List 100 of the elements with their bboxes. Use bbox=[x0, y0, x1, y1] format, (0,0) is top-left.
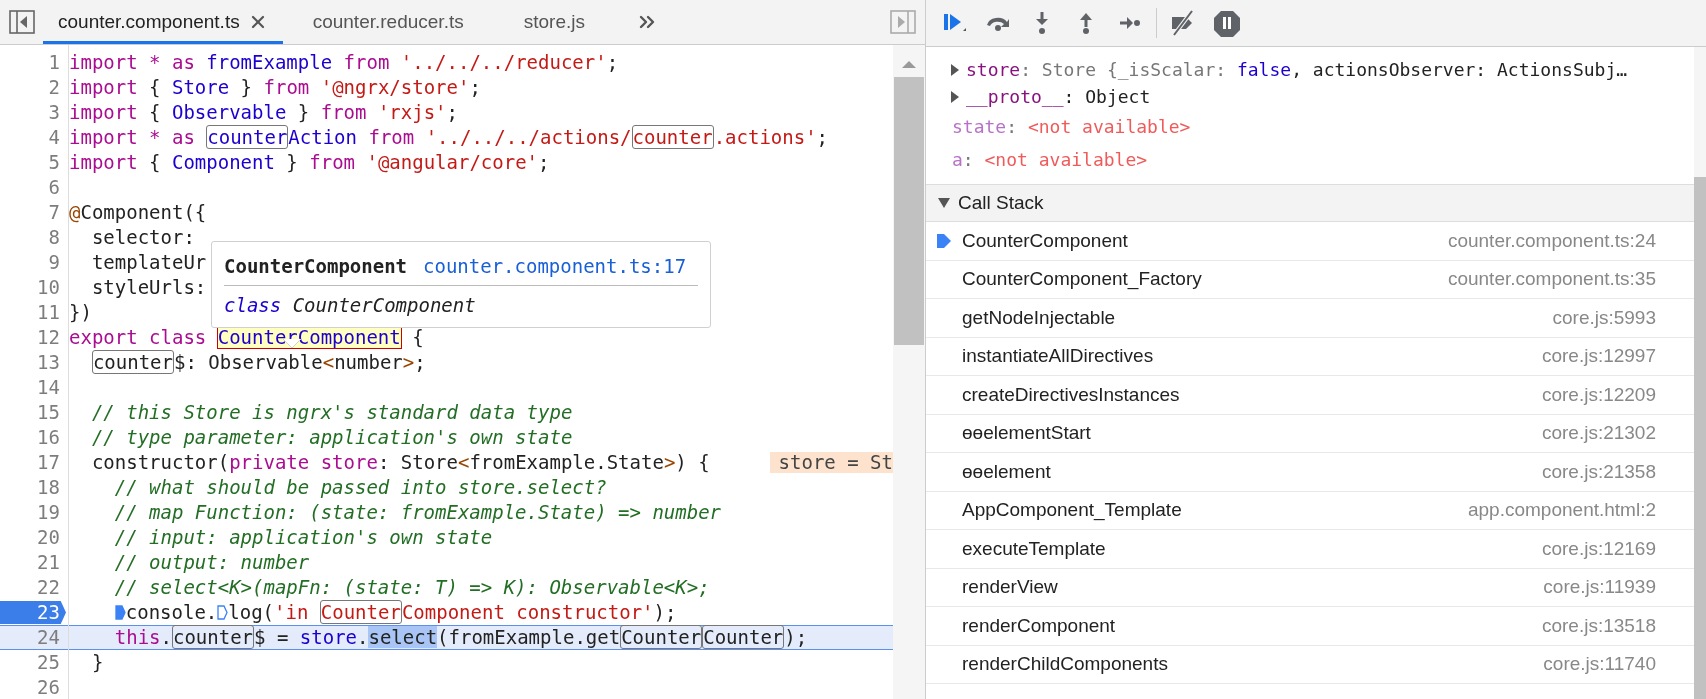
line-number: 20 bbox=[37, 525, 61, 550]
line-number: 7 bbox=[48, 200, 61, 225]
scrollbar[interactable] bbox=[893, 45, 925, 699]
code-line: // type parameter: application's own state bbox=[90, 425, 573, 450]
function-name: createDirectivesInstances bbox=[962, 382, 1180, 407]
code-line: // select<K>(mapFn: (state: T) => K): Observable<K>; bbox=[114, 575, 710, 600]
code-line: console. log('in CounterComponent constructor'); bbox=[114, 600, 677, 625]
expand-arrow-icon[interactable] bbox=[950, 63, 960, 76]
scroll-up-icon[interactable] bbox=[902, 59, 916, 69]
line-number: 26 bbox=[37, 675, 61, 699]
line-number: 6 bbox=[48, 175, 61, 200]
scope-variable: __proto__: Object bbox=[966, 85, 1151, 109]
call-frame[interactable]: ɵɵelement core.js:21358 bbox=[926, 453, 1694, 492]
line-number: 19 bbox=[37, 500, 61, 525]
code-line: // output: number bbox=[114, 550, 310, 575]
code-line: @Component({ bbox=[69, 200, 207, 225]
function-name: ɵɵelementStart bbox=[962, 421, 1091, 445]
line-number: 21 bbox=[37, 550, 61, 575]
expand-arrow-icon[interactable] bbox=[950, 90, 960, 103]
line-number: 22 bbox=[37, 575, 61, 600]
code-line: import { Store } from '@ngrx/store'; bbox=[69, 75, 481, 100]
line-number: 12 bbox=[37, 325, 61, 350]
code-line: this.counter$ = store.select(fromExample.getCounterCounter); bbox=[114, 625, 808, 650]
call-frame[interactable]: CounterComponent_Factory counter.component.ts:35 bbox=[926, 260, 1694, 299]
line-number: 17 bbox=[37, 450, 61, 475]
source-location[interactable]: core.js:21302 bbox=[1541, 419, 1656, 448]
source-location[interactable]: app.component.html:2 bbox=[1468, 496, 1656, 525]
call-frame[interactable]: renderView core.js:11939 bbox=[926, 568, 1694, 607]
call-frame[interactable]: renderComponent core.js:13518 bbox=[926, 607, 1694, 646]
code-line: import * as fromExample from '../../../reducer'; bbox=[69, 50, 619, 75]
code-line: styleUrls: bbox=[90, 275, 207, 300]
section-header[interactable]: Call Stack bbox=[926, 184, 1694, 222]
code-line: // input: application's own state bbox=[114, 525, 493, 550]
line-number: 15 bbox=[37, 400, 61, 425]
source-location[interactable]: core.js:5993 bbox=[1552, 303, 1656, 332]
function-name: renderComponent bbox=[962, 613, 1116, 638]
tooltip-title: CounterComponent bbox=[224, 254, 408, 279]
line-number: 4 bbox=[48, 125, 61, 150]
call-frame[interactable]: CounterComponent counter.component.ts:24 bbox=[926, 222, 1694, 261]
breakpoint-line-number[interactable]: 23 bbox=[0, 601, 66, 624]
scope-variable: state: <not available> bbox=[952, 115, 1191, 139]
file-tab[interactable]: counter.reducer.ts bbox=[282, 0, 494, 44]
source-location[interactable]: counter.component.ts:35 bbox=[1447, 265, 1656, 294]
code-line: counter$: Observable<number>; bbox=[90, 350, 426, 375]
code-line: import { Component } from '@angular/core'; bbox=[69, 150, 550, 175]
line-number: 10 bbox=[37, 275, 61, 300]
source-location[interactable]: core.js:11740 bbox=[1543, 650, 1656, 679]
line-number: 25 bbox=[37, 650, 61, 675]
code-line: constructor(private store: Store<fromExample.State>) { bbox=[90, 450, 710, 475]
code-line: }) bbox=[69, 300, 92, 325]
inline-value: store = St bbox=[769, 452, 893, 473]
line-number: 14 bbox=[37, 375, 61, 400]
code-line: import { Observable } from 'rxjs'; bbox=[69, 100, 458, 125]
line-number: 16 bbox=[37, 425, 61, 450]
source-location[interactable]: core.js:12997 bbox=[1541, 342, 1656, 371]
source-location[interactable]: core.js:12209 bbox=[1541, 380, 1656, 409]
call-frame[interactable]: createDirectivesInstances core.js:12209 bbox=[926, 376, 1694, 415]
call-frame[interactable]: AppComponent_Template app.component.html:2 bbox=[926, 491, 1694, 530]
current-frame-icon bbox=[937, 232, 951, 249]
scope-variable: a: <not available> bbox=[952, 148, 1148, 172]
line-number: 3 bbox=[48, 100, 61, 125]
code-line: } bbox=[90, 650, 104, 675]
line-number: 9 bbox=[48, 250, 61, 275]
line-number: 18 bbox=[37, 475, 61, 500]
source-link[interactable]: counter.component.ts:17 bbox=[423, 252, 687, 281]
call-frame[interactable]: renderChildComponents core.js:11740 bbox=[926, 645, 1694, 684]
code-line: templateUr bbox=[90, 250, 207, 275]
file-tab[interactable]: counter.component.ts bbox=[43, 0, 283, 44]
line-number: 2 bbox=[48, 75, 61, 100]
file-tab[interactable]: store.js bbox=[493, 0, 615, 44]
function-name: AppComponent_Template bbox=[962, 498, 1182, 523]
function-name: CounterComponent_Factory bbox=[962, 267, 1202, 292]
code-line: // what should be passed into store.select? bbox=[114, 475, 607, 500]
function-name: getNodeInjectable bbox=[962, 305, 1116, 330]
call-frame[interactable]: getNodeInjectable core.js:5993 bbox=[926, 299, 1694, 338]
expand-arrow-icon[interactable] bbox=[938, 198, 950, 208]
line-number: 5 bbox=[48, 150, 61, 175]
breakpoint-marker-icon[interactable] bbox=[114, 605, 126, 620]
scrollbar[interactable] bbox=[1694, 47, 1706, 699]
source-location[interactable]: core.js:12169 bbox=[1541, 534, 1656, 563]
function-name: renderView bbox=[962, 575, 1058, 599]
tooltip-arrow bbox=[283, 339, 301, 349]
source-location[interactable]: counter.component.ts:24 bbox=[1447, 226, 1656, 255]
code-line: // map Function: (state: fromExample.State) => number bbox=[114, 500, 721, 525]
line-number: 8 bbox=[48, 225, 61, 250]
line-number: 13 bbox=[37, 350, 61, 375]
call-frame[interactable]: instantiateAllDirectives core.js:12997 bbox=[926, 337, 1694, 376]
call-frame[interactable]: executeTemplate core.js:12169 bbox=[926, 530, 1694, 569]
line-number: 11 bbox=[37, 300, 61, 325]
source-location[interactable]: core.js:11939 bbox=[1543, 573, 1656, 602]
line-number: 1 bbox=[48, 50, 61, 75]
call-frame[interactable]: ɵɵelementStart core.js:21302 bbox=[926, 414, 1694, 453]
code-line: selector: bbox=[90, 225, 195, 250]
breakpoint-marker-icon[interactable] bbox=[217, 605, 229, 620]
code-line: // this Store is ngrx's standard data type bbox=[90, 400, 573, 425]
source-location[interactable]: core.js:13518 bbox=[1541, 611, 1656, 640]
function-name: renderChildComponents bbox=[962, 652, 1168, 676]
function-name: instantiateAllDirectives bbox=[962, 344, 1154, 368]
tooltip-signature: class CounterComponent bbox=[224, 292, 477, 318]
source-location[interactable]: core.js:21358 bbox=[1541, 457, 1656, 486]
